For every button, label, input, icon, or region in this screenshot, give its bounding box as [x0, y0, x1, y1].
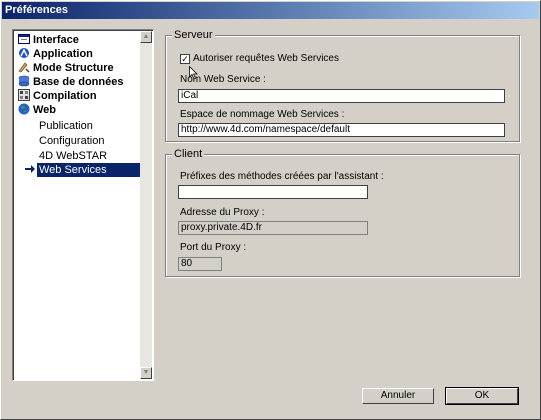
structure-icon	[18, 61, 30, 73]
proxy-port-label: Port du Proxy :	[180, 242, 247, 253]
interface-icon	[18, 33, 30, 45]
application-icon	[18, 47, 30, 59]
category-tree[interactable]: Interface Application Mode Structure Bas…	[12, 29, 154, 381]
namespace-field[interactable]: http://www.4d.com/namespace/default	[178, 123, 505, 137]
tree-item-configuration[interactable]: Configuration	[39, 134, 104, 148]
compilation-icon	[18, 89, 30, 101]
proxy-port-field[interactable]: 80	[178, 257, 222, 271]
allow-web-services-checkbox[interactable]: ✓	[180, 54, 190, 64]
tree-item-application[interactable]: Application	[15, 47, 93, 61]
tree-item-mode-structure[interactable]: Mode Structure	[15, 61, 114, 75]
web-globe-icon	[18, 103, 30, 115]
preferences-window: Préférences Interface Application Mode S…	[0, 0, 541, 420]
method-prefix-label: Préfixes des méthodes créées par l'assis…	[180, 171, 384, 182]
tree-item-web-services[interactable]: Web Services	[37, 163, 152, 177]
ok-button[interactable]: OK	[445, 387, 519, 405]
window-title: Préférences	[2, 2, 539, 19]
tree-item-database[interactable]: Base de données	[15, 75, 123, 89]
scroll-up-button[interactable]: ▲	[140, 31, 152, 43]
tree-item-publication[interactable]: Publication	[39, 119, 93, 133]
method-prefix-field[interactable]	[178, 185, 368, 199]
database-icon	[18, 75, 30, 87]
namespace-label: Espace de nommage Web Services :	[180, 109, 345, 120]
tree-item-4d-webstar[interactable]: 4D WebSTAR	[39, 149, 107, 163]
tree-item-compilation[interactable]: Compilation	[15, 89, 97, 103]
proxy-address-field[interactable]: proxy.private.4D.fr	[178, 221, 368, 235]
tree-scrollbar[interactable]: ▲ ▼	[140, 31, 152, 379]
cancel-button[interactable]: Annuler	[362, 388, 434, 404]
web-service-name-field[interactable]: iCal	[178, 89, 505, 103]
arrow-right-icon	[25, 163, 36, 177]
scroll-down-button[interactable]: ▼	[140, 367, 152, 379]
client-group-title: Client	[172, 148, 205, 160]
tree-item-interface[interactable]: Interface	[15, 33, 79, 47]
allow-web-services-label: Autoriser requêtes Web Services	[193, 53, 339, 64]
serveur-group-title: Serveur	[172, 29, 215, 41]
tree-item-web[interactable]: Web	[15, 103, 56, 117]
proxy-address-label: Adresse du Proxy :	[180, 207, 265, 218]
mouse-cursor-icon	[189, 65, 199, 80]
